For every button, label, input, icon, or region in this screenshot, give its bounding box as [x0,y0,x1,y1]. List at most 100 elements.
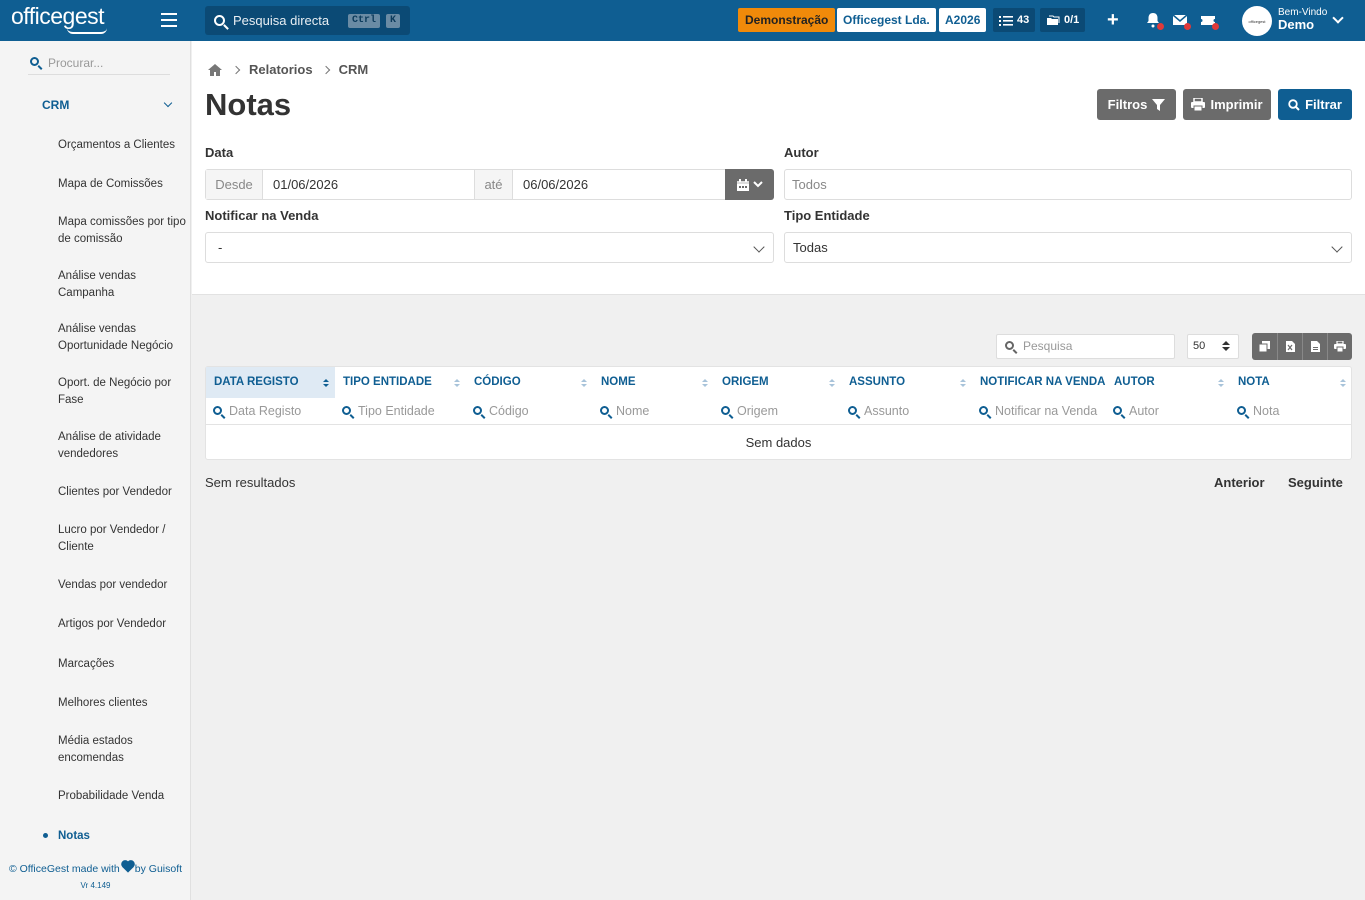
next-page-button[interactable]: Seguinte [1288,475,1343,490]
search-icon [213,406,222,415]
quick-search-input[interactable]: Pesquisa directa Ctrl K [205,6,410,35]
search-icon [721,406,730,415]
sidebar-item[interactable]: Análise vendas Oportunidade Negócio [58,321,190,355]
breadcrumb-crm[interactable]: CRM [339,62,369,77]
filter-notificar-na-venda[interactable]: Notificar na Venda [972,398,1106,424]
chevron-down-icon [753,241,765,253]
tipo-entidade-label: Tipo Entidade [784,208,870,223]
tipo-entidade-select[interactable]: Todas [784,232,1352,263]
tasks-icon [999,15,1013,26]
search-icon [30,57,39,66]
sidebar-item[interactable]: Clientes por Vendedor [58,484,190,501]
page-size-select[interactable]: 50 [1187,334,1239,359]
sidebar-item[interactable]: Análise vendas Campanha [58,268,190,302]
search-icon [848,406,857,415]
logo[interactable]: officegest [11,3,107,34]
column-header-nome[interactable]: NOME [593,367,714,398]
heart-icon [122,861,134,873]
version: Vr 4.149 [80,881,111,890]
sidebar-search-input[interactable]: Procurar... [28,55,170,75]
company-badge[interactable]: Officegest Lda. [837,8,936,32]
bell-icon[interactable] [1145,12,1164,30]
column-header-nota[interactable]: NOTA [1230,367,1352,398]
avatar[interactable]: officegest [1242,6,1272,36]
chevron-down-icon [1331,241,1343,253]
sidebar-item[interactable]: Mapa comissões por tipo de comissão [58,214,190,248]
imprimir-button[interactable]: Imprimir [1183,89,1271,120]
excel-icon [1285,341,1295,352]
filter-origem[interactable]: Origem [714,398,841,424]
home-icon[interactable] [207,63,223,77]
filter-autor[interactable]: Autor [1106,398,1230,424]
ticket-icon[interactable] [1200,12,1219,30]
search-icon [1005,341,1014,350]
print-icon [1191,98,1206,111]
filter-tipo-entidade[interactable]: Tipo Entidade [335,398,466,424]
prev-page-button[interactable]: Anterior [1214,475,1265,490]
column-header-autor[interactable]: AUTOR [1106,367,1230,398]
copy-button[interactable] [1252,333,1277,360]
notificar-select[interactable]: - [205,232,774,263]
column-header-origem[interactable]: ORIGEM [714,367,841,398]
column-header-codigo[interactable]: CÓDIGO [466,367,593,398]
sidebar-item[interactable]: Orçamentos a Clientes [58,137,190,154]
search-icon [342,406,351,415]
column-header-data-registo[interactable]: DATA REGISTO [206,367,335,398]
search-icon [979,406,988,415]
kbd-ctrl: Ctrl [348,14,381,28]
sidebar-item[interactable]: Probabilidade Venda [58,788,190,805]
csv-button[interactable] [1302,333,1327,360]
sidebar-item[interactable]: Oport. de Negócio por Fase [58,375,190,409]
breadcrumb: Relatorios CRM [207,62,368,77]
filter-codigo[interactable]: Código [466,398,593,424]
notificar-label: Notificar na Venda [205,208,319,223]
column-header-tipo-entidade[interactable]: TIPO ENTIDADE [335,367,466,398]
excel-button[interactable] [1277,333,1302,360]
filter-nota[interactable]: Nota [1230,398,1352,424]
sidebar-item[interactable]: Vendas por vendedor [58,577,190,594]
results-info: Sem resultados [205,475,296,490]
year-badge[interactable]: A2026 [939,8,987,32]
filter-nome[interactable]: Nome [593,398,714,424]
autor-input[interactable]: Todos [784,169,1352,200]
column-header-notificar-na-venda[interactable]: NOTIFICAR NA VENDA [972,367,1106,398]
column-header-assunto[interactable]: ASSUNTO [841,367,972,398]
menu-toggle-icon[interactable] [161,13,177,27]
sort-icon [702,379,708,389]
search-icon [1113,406,1122,415]
filtrar-button[interactable]: Filtrar [1278,89,1352,120]
funnel-icon [1152,98,1166,111]
sidebar-item[interactable]: Melhores clientes [58,695,190,712]
print-table-button[interactable] [1327,333,1352,360]
sidebar-item[interactable]: Artigos por Vendedor [58,616,190,633]
sidebar-item[interactable]: Mapa de Comissões [58,176,190,193]
ate-addon: até [475,170,513,199]
add-icon[interactable]: + [1107,9,1119,32]
sidebar: Procurar... CRM Orçamentos a Clientes Ma… [0,41,191,900]
filter-data-registo[interactable]: Data Registo [206,398,335,424]
sidebar-section-crm[interactable]: CRM [42,98,69,112]
calendar-icon [736,178,749,191]
footer-credits: © OfficeGest made with by Guisoft [8,861,183,875]
filter-assunto[interactable]: Assunto [841,398,972,424]
user-menu[interactable]: Bem-Vindo Demo [1278,7,1327,31]
sidebar-item[interactable]: Lucro por Vendedor / Cliente [58,522,190,556]
desde-input[interactable]: 01/06/2026 [263,170,475,199]
sidebar-item[interactable]: Média estados encomendas [58,733,190,767]
sidebar-item-notas[interactable]: Notas [58,828,190,845]
breadcrumb-relatorios[interactable]: Relatorios [249,62,313,77]
ate-input[interactable]: 06/06/2026 [513,170,588,199]
calendar-dropdown-button[interactable] [725,169,774,200]
demo-badge[interactable]: Demonstração [738,8,836,32]
filtros-button[interactable]: Filtros [1097,89,1176,120]
tasks-badge[interactable]: 43 [993,8,1036,32]
mail-icon[interactable] [1172,12,1191,30]
sidebar-item[interactable]: Análise de atividade vendedores [58,429,190,463]
chevron-down-icon[interactable] [163,98,173,108]
documents-badge[interactable]: 0/1 [1040,8,1086,32]
sidebar-item[interactable]: Marcações [58,656,190,673]
sort-icon [581,379,587,389]
sort-icon [829,379,835,389]
chevron-down-icon[interactable] [1332,12,1344,24]
table-search-input[interactable]: Pesquisa [996,334,1175,359]
